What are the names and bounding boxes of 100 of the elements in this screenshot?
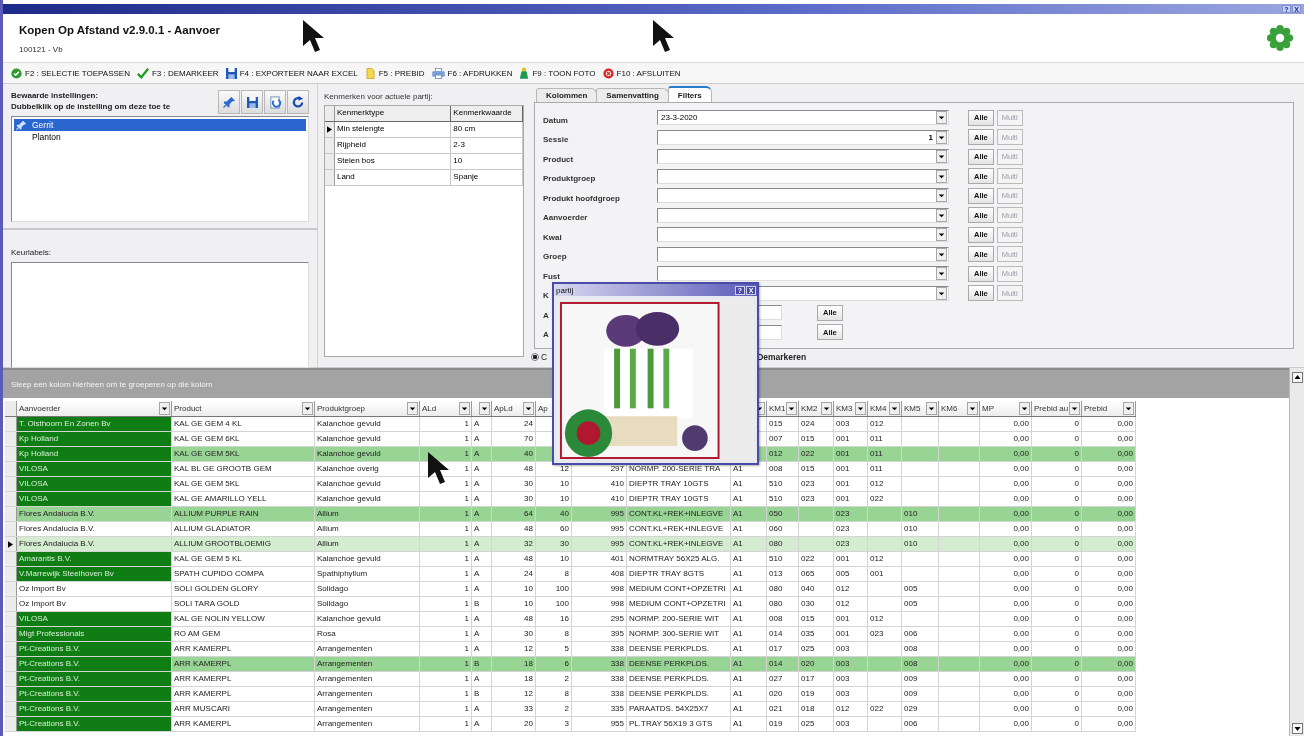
filter-label: Produktgroep — [543, 174, 596, 184]
table-cell: A — [472, 447, 492, 461]
table-cell: KAL GE NOLIN YELLOW — [172, 612, 315, 626]
toolbar-button[interactable]: F5 : PREBID — [364, 67, 425, 79]
tree-item-label: Planton — [31, 132, 62, 142]
column-title: ApLd — [494, 404, 513, 413]
tab[interactable]: Samenvatting — [596, 88, 669, 102]
column-title: Produktgroep — [317, 404, 366, 413]
table-cell: 017 — [799, 672, 834, 686]
table-cell: 2 — [536, 702, 572, 716]
table-cell: 12 — [492, 687, 536, 701]
table-cell: 005 — [834, 567, 868, 581]
table-cell: B — [472, 687, 492, 701]
table-cell: 0,00 — [1082, 552, 1136, 566]
table-cell: 001 — [834, 492, 868, 506]
table-cell: Kalanchoe gevuld — [315, 432, 420, 446]
table-cell: A — [472, 717, 492, 731]
table-cell: ALLIUM GROOTBLOEMIG — [172, 537, 315, 551]
table-cell: 014 — [767, 627, 799, 641]
table-cell: DEENSE PERKPLDS. — [627, 687, 731, 701]
table-cell: ALLIUM GLADIATOR — [172, 522, 315, 536]
table-cell: 995 — [572, 522, 627, 536]
table-cell: 0,00 — [1082, 537, 1136, 551]
table-cell: 410 — [572, 492, 627, 506]
table-cell: 0,00 — [1082, 447, 1136, 461]
table-cell: 008 — [902, 657, 939, 671]
table-cell: 021 — [767, 702, 799, 716]
table-cell: Kalanchoe gevuld — [315, 492, 420, 506]
table-cell: 12 — [492, 642, 536, 656]
table-cell: 0 — [1032, 672, 1082, 686]
table-cell: 30 — [492, 477, 536, 491]
filter-dropdown[interactable]: 23-3-2020 — [657, 110, 949, 126]
table-cell: DEENSE PERKPLDS. — [627, 657, 731, 671]
filter-dropdown[interactable]: 1 — [657, 129, 949, 145]
table-cell: 010 — [902, 522, 939, 536]
table-cell: Flores Andalucia B.V. — [17, 537, 172, 551]
table-cell: 1 — [420, 417, 472, 431]
table-cell: NORMTRAY 56X25 ALG. — [627, 552, 731, 566]
table-cell: A — [472, 522, 492, 536]
table-cell: Kp Holland — [17, 447, 172, 461]
table-cell: 0,00 — [1082, 612, 1136, 626]
table-cell: Kalanchoe gevuld — [315, 447, 420, 461]
table-cell: 70 — [492, 432, 536, 446]
toolbar-button[interactable]: F10 : AFSLUITEN — [602, 67, 681, 79]
table-cell: 0,00 — [980, 687, 1032, 701]
table-cell: 023 — [834, 522, 868, 536]
table-cell: 0 — [1032, 537, 1082, 551]
table-cell: 022 — [799, 552, 834, 566]
table-cell: 008 — [767, 462, 799, 476]
toolbar-button[interactable]: F4 : EXPORTEER NAAR EXCEL — [225, 67, 358, 79]
table-cell: 8 — [536, 627, 572, 641]
table-cell: 48 — [492, 552, 536, 566]
table-cell: 080 — [767, 582, 799, 596]
table-cell: A — [472, 492, 492, 506]
table-cell: 019 — [767, 717, 799, 731]
column-title: Prebid — [1084, 404, 1108, 413]
table-cell: 0,00 — [980, 702, 1032, 716]
tree-item[interactable]: Planton — [14, 131, 306, 143]
table-cell: 6 — [536, 657, 572, 671]
toolbar-button[interactable]: F3 : DEMARKEER — [136, 67, 219, 79]
table-cell: A1 — [731, 552, 767, 566]
table-cell: 0,00 — [980, 417, 1032, 431]
table-cell: PL.TRAY 56X19 3 GTS — [627, 717, 731, 731]
table-cell: 408 — [572, 567, 627, 581]
toolbar-button[interactable]: F2 : SELECTIE TOEPASSEN — [11, 67, 130, 79]
toolbar-button[interactable]: F6 : AFDRUKKEN — [431, 67, 513, 79]
panel-title: Kenmerken voor actuele partij: — [324, 92, 434, 101]
tab[interactable]: Kolommen — [536, 88, 598, 102]
table-cell: 1 — [420, 582, 472, 596]
tab[interactable]: Filters — [667, 86, 712, 102]
table-cell: 0,00 — [980, 717, 1032, 731]
table-cell: 0,00 — [980, 522, 1032, 536]
window-subtitle: 100121 - Vb — [19, 45, 64, 54]
table-cell: 010 — [902, 537, 939, 551]
table-cell: A — [472, 672, 492, 686]
tree-item[interactable]: Gerrit — [14, 119, 306, 131]
table-cell: Solidago — [315, 597, 420, 611]
table-cell: 001 — [834, 477, 868, 491]
table-cell: NORMP. 200-SERIE WIT — [627, 612, 731, 626]
toolbar-button[interactable]: F9 : TOON FOTO — [519, 67, 596, 79]
table-cell: 3 — [536, 717, 572, 731]
table-cell: CONT.KL+REK+INLEGVE — [627, 537, 731, 551]
table-cell: 025 — [799, 642, 834, 656]
table-cell: 030 — [799, 597, 834, 611]
table-cell: 0 — [1032, 642, 1082, 656]
table-cell: 510 — [767, 477, 799, 491]
table-cell: 0,00 — [1082, 582, 1136, 596]
table-cell: 035 — [799, 627, 834, 641]
table-cell: 0,00 — [1082, 522, 1136, 536]
table-cell: 0,00 — [980, 537, 1032, 551]
table-cell: 022 — [868, 492, 902, 506]
table-cell: 10 — [492, 597, 536, 611]
table-cell: 040 — [799, 582, 834, 596]
table-cell: 60 — [536, 522, 572, 536]
table-cell: 0,00 — [980, 432, 1032, 446]
table-cell: A1 — [731, 567, 767, 581]
table-cell: A — [472, 417, 492, 431]
column-title: KM4 — [870, 404, 887, 413]
table-cell: 0 — [1032, 612, 1082, 626]
table-cell: 012 — [834, 597, 868, 611]
